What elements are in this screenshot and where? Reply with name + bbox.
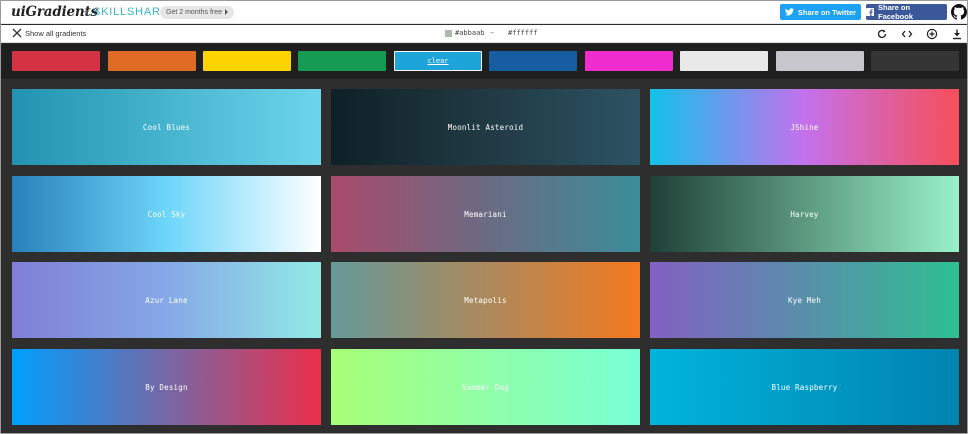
gradient-name: Moonlit Asteroid [447,122,524,132]
color-a-swatch [445,30,452,37]
color-filter-bar: clear [1,44,967,79]
filter-grey[interactable] [776,51,864,71]
gradient-card[interactable]: JShine [650,89,959,165]
filter-green[interactable] [298,51,386,71]
gradient-card[interactable]: Cool Blues [12,89,321,165]
share-twitter-button[interactable]: Share on Twitter [780,4,861,20]
color-a-hex[interactable]: #abbaab [455,29,485,37]
github-icon[interactable] [951,4,967,20]
facebook-icon [866,8,874,16]
refresh-icon[interactable] [876,28,888,40]
gradient-name: Harvey [790,209,819,219]
filter-yellow[interactable] [203,51,291,71]
gradient-name: Blue Raspberry [771,382,838,392]
twitter-icon [784,8,794,16]
gradient-name: By Design [145,382,188,392]
filter-clear[interactable]: clear [394,51,482,71]
gradient-name: Cool Sky [147,209,186,219]
promo-badge[interactable]: Get 2 months free [160,6,235,19]
gradient-name: JShine [790,122,819,132]
gradient-card[interactable]: Cool Sky [12,176,321,252]
gradient-card[interactable]: Kye Meh [650,262,959,338]
partner-logo[interactable]: SKILLSHARE [93,6,169,18]
close-icon[interactable] [12,28,22,38]
toolbar: Show all gradients #abbaab → #ffffff [1,25,967,43]
gradient-card[interactable]: Harvey [650,176,959,252]
gradient-name: Cool Blues [142,122,191,132]
promo-label: Get 2 months free [166,9,223,16]
share-facebook-label: Share on Facebook [877,3,913,21]
filter-white[interactable] [680,51,768,71]
arrow-icon: → [488,29,495,36]
gradient-card[interactable]: Memariani [331,176,640,252]
code-icon[interactable] [901,28,913,40]
gradient-card[interactable]: Blue Raspberry [650,349,959,425]
share-facebook-button[interactable]: Share on Facebook [866,3,947,21]
app-window: uiGradients + SKILLSHARE Get 2 months fr… [0,0,968,434]
add-icon[interactable] [926,28,938,40]
filter-red[interactable] [12,51,100,71]
plus-sign: + [83,6,90,18]
gradient-name: Metapolis [464,295,507,305]
gradient-card[interactable]: By Design [12,349,321,425]
share-twitter-label: Share on Twitter [797,7,857,17]
play-icon [225,9,229,16]
gradient-name: Memariani [464,209,507,219]
gradient-name: Kye Meh [787,295,821,305]
filter-black[interactable] [871,51,959,71]
show-all-gradients-link[interactable]: Show all gradients [25,29,86,38]
filter-clear-label: clear [427,57,449,65]
gradient-card[interactable]: Moonlit Asteroid [331,89,640,165]
download-icon[interactable] [951,28,963,40]
gradient-name: Azur Lane [145,295,188,305]
gradient-card[interactable]: Metapolis [331,262,640,338]
gradient-card[interactable]: Summer Dog [331,349,640,425]
gradient-name: Summer Dog [461,382,510,392]
color-b-hex[interactable]: #ffffff [508,29,538,37]
filter-blue[interactable] [489,51,577,71]
filter-orange[interactable] [108,51,196,71]
top-header: uiGradients + SKILLSHARE Get 2 months fr… [1,1,967,24]
filter-pink[interactable] [585,51,673,71]
gradient-card[interactable]: Azur Lane [12,262,321,338]
gradient-grid: Cool Blues Moonlit Asteroid JShine Cool … [1,79,967,433]
